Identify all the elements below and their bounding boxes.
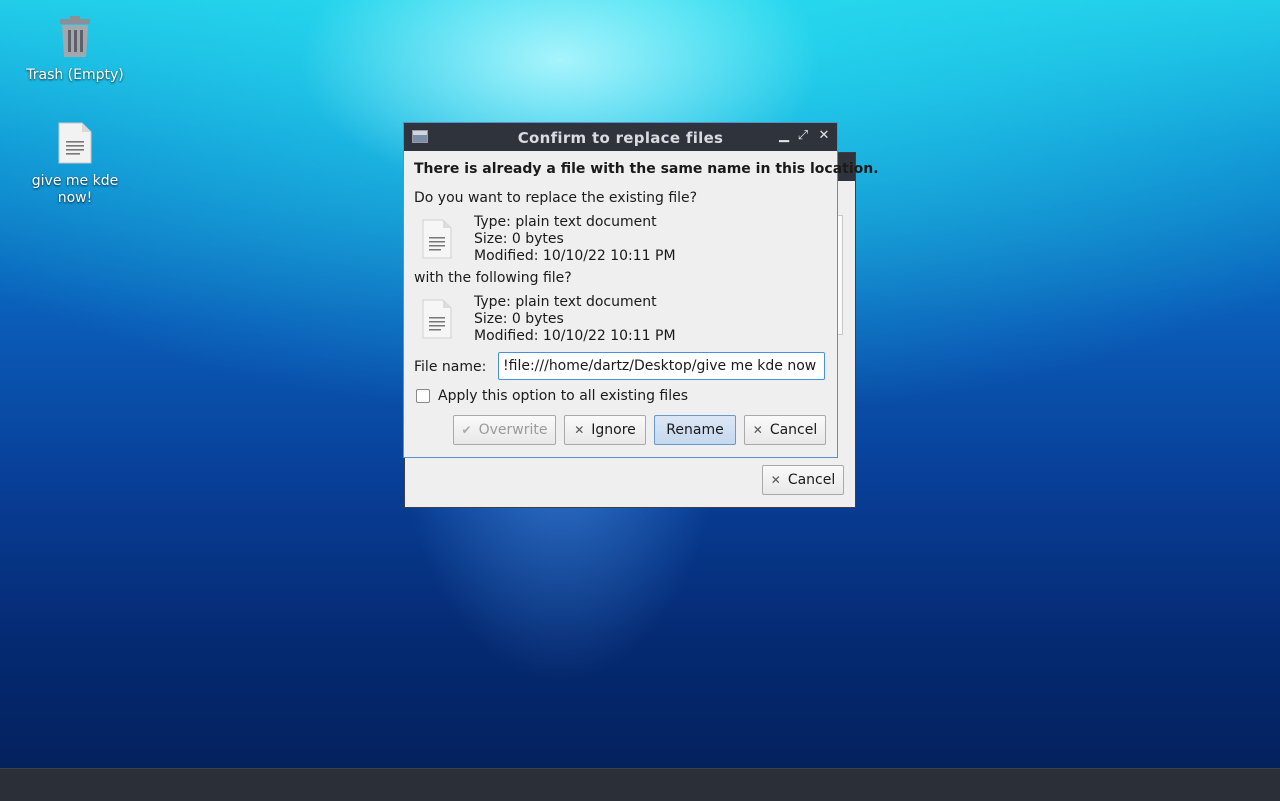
close-icon[interactable]: ✕: [816, 128, 832, 144]
close-icon: ✕: [574, 423, 585, 437]
cancel-button[interactable]: ✕ Cancel: [744, 415, 826, 445]
apply-all-label[interactable]: Apply this option to all existing files: [438, 388, 688, 404]
dialog-headline: There is already a file with the same na…: [414, 161, 879, 177]
text-file-icon: [25, 122, 125, 169]
close-icon: ✕: [770, 473, 781, 487]
rename-label: Rename: [666, 422, 724, 438]
file-name-label: File name:: [414, 359, 487, 375]
new-file-modified: Modified: 10/10/22 10:11 PM: [474, 328, 676, 344]
minimize-icon[interactable]: ▁: [776, 128, 792, 144]
existing-file-size: Size: 0 bytes: [474, 231, 564, 247]
taskbar[interactable]: [0, 768, 1280, 801]
desktop-icon-label: Trash (Empty): [26, 67, 124, 83]
trash-icon: [25, 16, 125, 63]
overwrite-label: Overwrite: [478, 422, 548, 438]
confirm-replace-dialog: Confirm to replace files ▁ ⤢ ✕ There is …: [403, 122, 879, 458]
close-icon: ✕: [752, 423, 763, 437]
desktop-icon-trash[interactable]: Trash (Empty): [25, 16, 125, 84]
checkmark-icon: ✔: [461, 423, 472, 437]
existing-file-modified: Modified: 10/10/22 10:11 PM: [474, 248, 676, 264]
apply-all-checkbox[interactable]: [416, 389, 430, 403]
rename-button[interactable]: Rename: [654, 415, 736, 445]
maximize-icon[interactable]: ⤢: [795, 128, 811, 144]
desktop-icon-text-file[interactable]: give me kde now!: [25, 122, 125, 207]
desktop-icon-label: give me kde now!: [31, 173, 119, 206]
overwrite-button[interactable]: ✔ Overwrite: [453, 415, 556, 445]
cancel-label: Cancel: [769, 422, 818, 438]
file-name-input[interactable]: [498, 352, 825, 380]
new-file-icon: [422, 299, 452, 339]
ignore-button[interactable]: ✕ Ignore: [564, 415, 646, 445]
existing-file-icon: [422, 219, 452, 259]
replace-question: Do you want to replace the existing file…: [414, 190, 698, 206]
dialog-title: Confirm to replace files: [517, 129, 724, 147]
existing-file-type: Type: plain text document: [474, 214, 657, 230]
ignore-label: Ignore: [591, 422, 636, 438]
parent-cancel-label: Cancel: [787, 472, 836, 488]
dialog-titlebar[interactable]: Confirm to replace files ▁ ⤢ ✕: [404, 123, 837, 151]
existing-file-info: Type: plain text document Size: 0 bytes …: [474, 214, 676, 265]
new-file-info: Type: plain text document Size: 0 bytes …: [474, 294, 676, 345]
new-file-type: Type: plain text document: [474, 294, 657, 310]
parent-cancel-button[interactable]: ✕ Cancel: [762, 465, 844, 495]
new-file-size: Size: 0 bytes: [474, 311, 564, 327]
with-file-question: with the following file?: [414, 270, 572, 286]
parent-dialog-panel: [838, 215, 843, 335]
